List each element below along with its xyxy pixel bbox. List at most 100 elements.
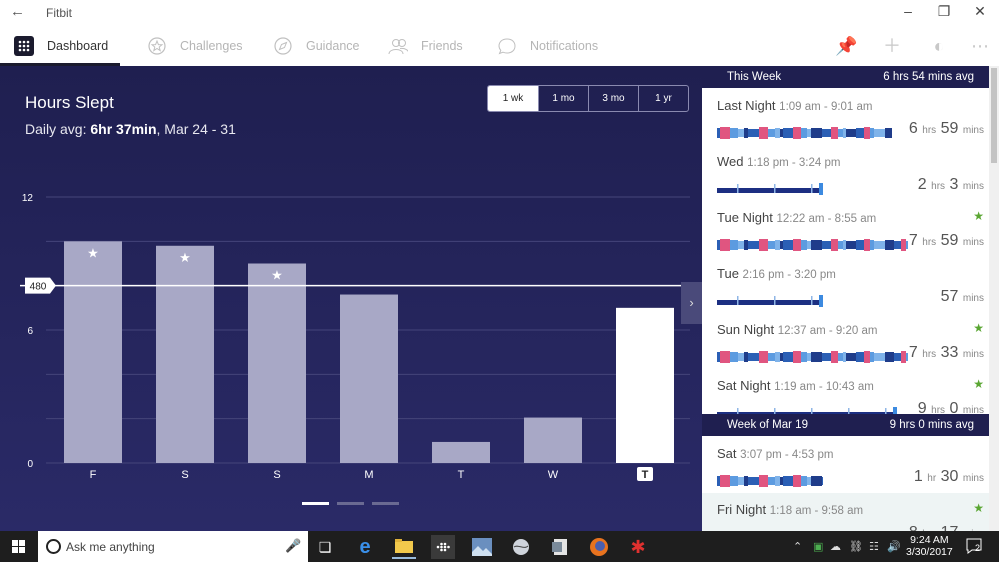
chart-bar[interactable] [156,245,214,463]
app-red-icon[interactable]: ✱ [626,535,650,559]
chart-bar[interactable] [340,294,398,463]
daily-average-prefix: Daily avg: [25,121,91,137]
window-title: Fitbit [46,6,73,20]
chart-bar[interactable] [616,307,674,463]
duration-minutes: 59 [940,120,959,137]
sleep-pattern-bar [717,126,892,139]
document-app-icon[interactable] [548,535,572,559]
chart-bar[interactable] [248,263,306,464]
goal-met-star-icon: ★ [973,377,984,391]
action-center-icon[interactable]: 2 [965,537,983,555]
entry-duration: 1 hr 30 mins [914,468,984,486]
duration-minutes-unit: mins [962,237,984,248]
wifi-icon[interactable]: ☷ [869,540,879,553]
range-1yr[interactable]: 1 yr [638,86,688,111]
entry-duration: 7 hrs 59 mins [909,232,984,250]
sleep-log-entry[interactable]: Last Night 1:09 am - 9:01 am 6 hrs 59 min… [702,89,989,145]
sleep-log-list: This Week 6 hrs 54 mins avg Last Night 1:0… [702,66,989,531]
entry-time-range: 1:19 am - 10:43 am [774,381,874,393]
duration-hours: 6 [908,120,918,137]
week-header-average: 6 hrs 54 mins avg [883,71,974,83]
duration-hours-unit: hrs [922,349,937,360]
more-icon[interactable]: ⋯ [970,36,990,56]
entry-duration: 57 mins [941,288,984,306]
firefox-icon[interactable] [587,535,611,559]
chart-bar[interactable] [524,417,582,463]
pager-dot[interactable] [372,502,399,505]
goal-met-star-icon: ★ [973,321,984,335]
edge-icon[interactable]: e [353,535,377,559]
entry-day: Wed [717,154,744,169]
duration-minutes: 17 [941,524,959,531]
pager-dot[interactable] [337,502,364,505]
microphone-icon[interactable]: 🎤 [285,538,301,554]
fitbit-taskbar-icon[interactable] [431,535,455,559]
windows-start-icon[interactable] [12,540,25,553]
maximize-button[interactable]: ❐ [929,3,959,23]
clock-time: 9:24 AM [910,534,949,546]
duration-minutes: 3 [949,176,959,193]
nav-guidance[interactable]: Guidance [273,26,360,66]
challenges-star-icon [147,36,167,56]
sleep-pattern-bar [717,294,823,307]
chart-bar[interactable] [432,441,490,463]
pin-icon[interactable]: 📌 [835,36,857,56]
browser-globe-icon[interactable] [509,535,533,559]
range-1mo[interactable]: 1 mo [538,86,588,111]
tray-chevron-up-icon[interactable]: ⌃ [793,540,802,553]
x-tick-label: M [364,469,373,481]
duration-minutes-unit: mins [962,125,984,136]
close-button[interactable]: ✕ [965,3,995,23]
scrollbar[interactable] [989,66,999,531]
duration-hours: 7 [908,232,918,249]
entry-day: Fri Night [717,502,767,517]
volume-icon[interactable]: 🔊 [887,540,901,553]
chevron-right-icon[interactable]: › [681,282,702,324]
tray-usb-icon[interactable]: ⛓ [849,540,863,553]
y-tick-label: 12 [22,193,34,204]
taskbar-search[interactable]: Ask me anything 🎤 [38,531,308,562]
notifications-bubble-icon [497,36,517,56]
pager-dot[interactable] [302,502,329,505]
daily-average: Daily avg: 6hr 37min, Mar 24 - 31 [25,121,236,137]
taskbar-clock[interactable]: 9:24 AM 3/30/2017 [906,534,953,558]
sleep-log-entry[interactable]: Wed 1:18 pm - 3:24 pm 2 hrs 3 mins [702,145,989,201]
friends-icon [388,36,408,56]
back-arrow-icon[interactable]: ← [10,3,25,20]
entry-title: Tue 2:16 pm - 3:20 pm [717,266,836,281]
duration-hours: 2 [917,176,927,193]
file-explorer-icon[interactable] [392,535,416,559]
range-1wk[interactable]: 1 wk [488,86,538,111]
week-header: Week of Mar 19 9 hrs 0 mins avg [702,414,989,436]
entry-title: Tue Night 12:22 am - 8:55 am [717,210,876,225]
x-tick-label: S [181,469,188,481]
minimize-button[interactable]: – [893,3,923,23]
chart-bar[interactable] [64,241,122,463]
sleep-pattern-bar [717,350,908,363]
entry-duration: 2 hrs 3 mins [918,176,984,194]
duration-minutes-unit: mins [962,181,984,192]
scrollbar-thumb[interactable] [991,68,997,163]
add-icon[interactable]: ＋ [882,36,902,56]
nav-notifications[interactable]: Notifications [497,26,598,66]
entry-duration: 7 hrs 33 mins [909,344,984,362]
sleep-log-entry[interactable]: Fri Night 1:18 am - 9:58 am ★ 8 hrs 17 min… [702,493,989,531]
profile-icon[interactable]: ◐ [929,36,949,56]
sleep-log-entry[interactable]: Sun Night 12:37 am - 9:20 am ★ 7 hrs 33 mi… [702,313,989,369]
daily-average-value: 6hr 37min [90,121,157,137]
nav-friends[interactable]: Friends [388,26,463,66]
sleep-log-entry[interactable]: Tue 2:16 pm - 3:20 pm 57 mins [702,257,989,313]
sleep-log-entry[interactable]: Sat 3:07 pm - 4:53 pm 1 hr 30 mins [702,437,989,493]
week-header: This Week 6 hrs 54 mins avg [702,66,989,88]
sleep-log-entry[interactable]: Tue Night 12:22 am - 8:55 am ★ 7 hrs 59 mi… [702,201,989,257]
photos-app-icon[interactable] [470,535,494,559]
nav-challenges[interactable]: Challenges [147,26,243,66]
entry-time-range: 1:18 am - 9:58 am [769,505,864,517]
nav-dashboard[interactable]: Dashboard [14,26,108,66]
notification-count: 2 [975,543,981,553]
task-view-icon[interactable]: ❏ [313,535,337,559]
tray-network-icon[interactable]: ☁ [830,540,841,553]
entry-title: Sat Night 1:19 am - 10:43 am [717,378,874,393]
tray-app-icon[interactable]: ▣ [813,540,823,553]
range-3mo[interactable]: 3 mo [588,86,638,111]
